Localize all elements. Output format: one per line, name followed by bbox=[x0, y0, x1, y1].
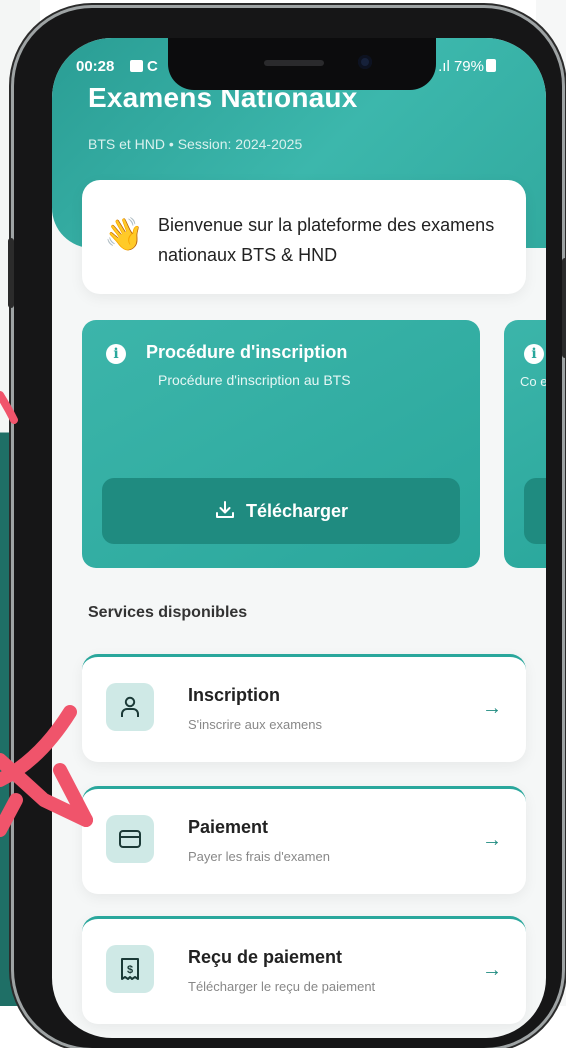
annotation-arrow-icon bbox=[0, 391, 93, 837]
